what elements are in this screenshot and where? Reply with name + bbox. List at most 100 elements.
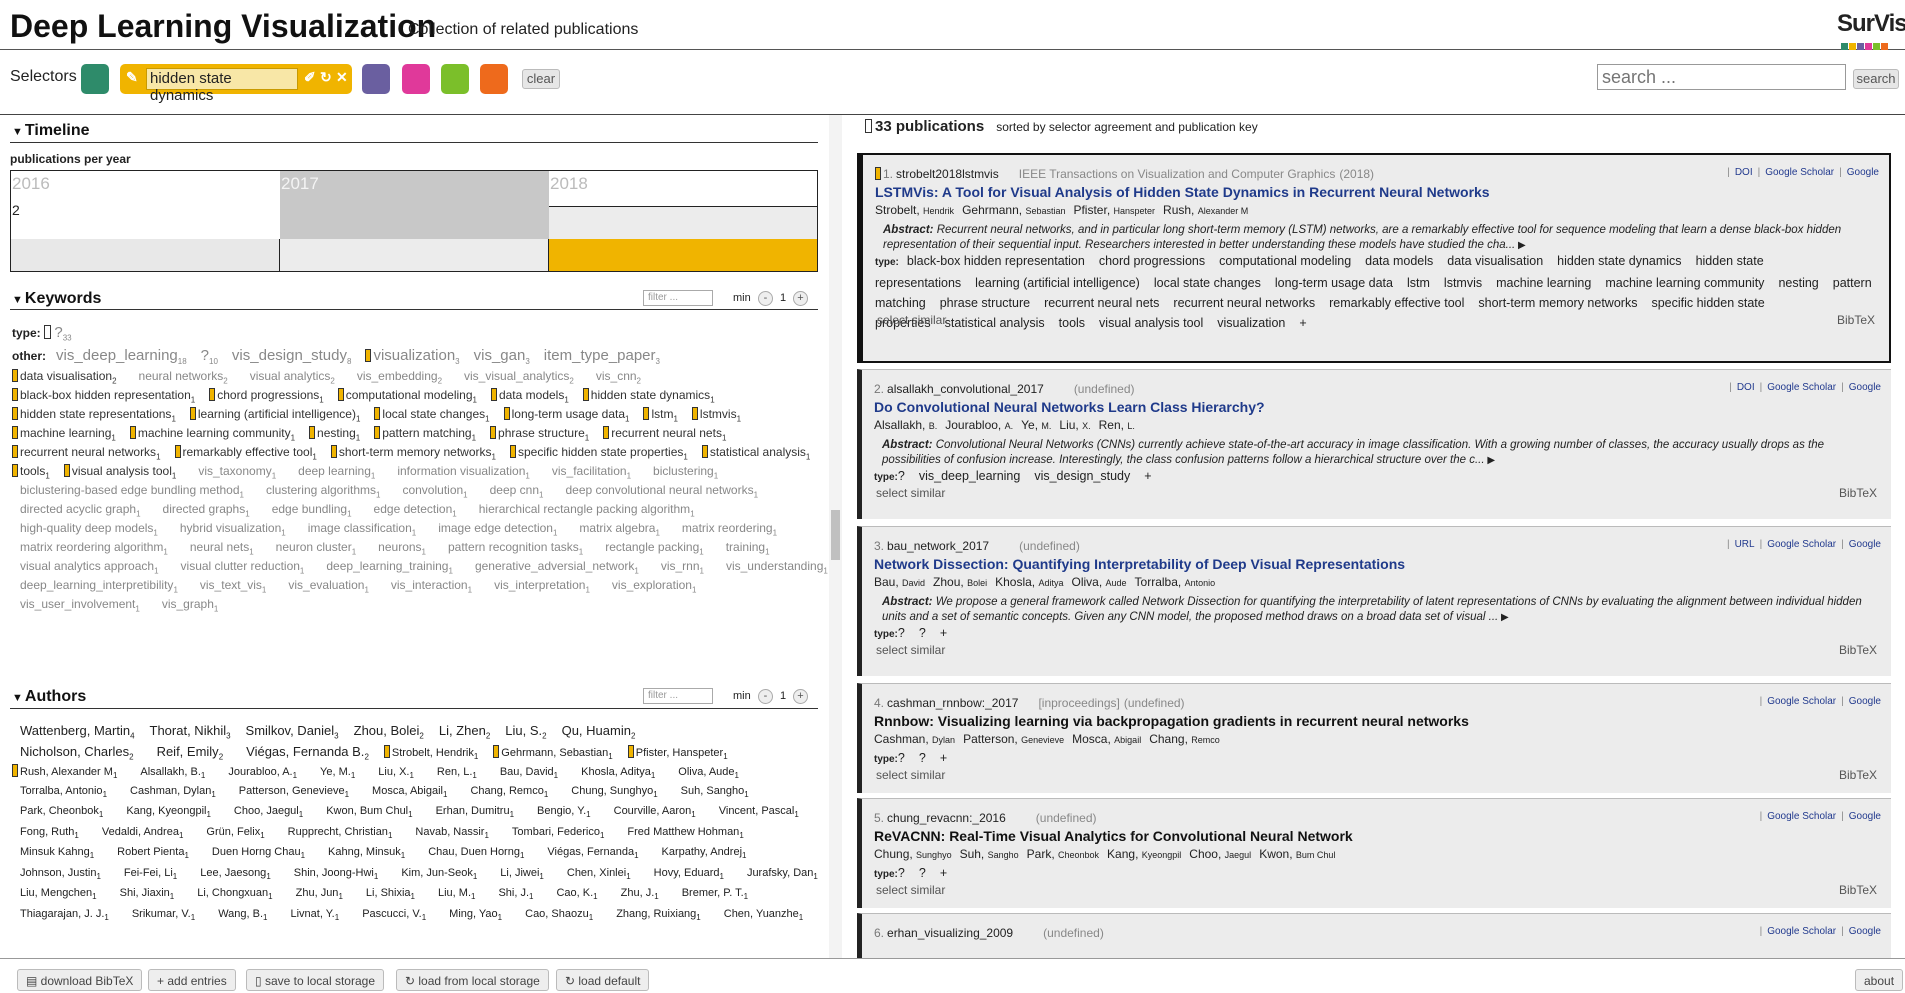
keyword-tag[interactable]: biclustering-based edge bundling method1 — [20, 483, 244, 499]
author-link[interactable]: Alsallakh, B. — [874, 418, 937, 432]
author-tag[interactable]: Zhang, Ruixiang1 — [616, 908, 701, 922]
keyword-link[interactable]: + — [940, 866, 947, 880]
author-tag[interactable]: Shi, Jiaxin1 — [120, 887, 175, 901]
author-tag[interactable]: Li, Shixia1 — [366, 887, 415, 901]
author-tag[interactable]: Chung, Sunghyo1 — [571, 785, 657, 799]
keyword-link[interactable]: lstm — [1407, 276, 1430, 290]
about-button[interactable]: about — [1855, 969, 1904, 991]
author-link[interactable]: Zhou, Bolei — [933, 575, 987, 589]
author-tag[interactable]: Thorat, Nikhil3 — [150, 723, 231, 741]
keyword-link[interactable]: black-box hidden representation — [907, 254, 1085, 268]
keyword-tag[interactable]: vis_facilitation1 — [552, 464, 631, 480]
link-google-scholar[interactable]: Google Scholar — [1767, 926, 1836, 937]
author-tag[interactable]: Cao, Shaozu1 — [525, 908, 593, 922]
author-tag[interactable]: Bau, David1 — [500, 766, 558, 780]
keyword-link[interactable]: phrase structure — [940, 296, 1030, 310]
author-link[interactable]: Khosla, Aditya — [995, 575, 1063, 589]
author-tag[interactable]: Bremer, P. T.1 — [682, 887, 748, 901]
add-entries-button[interactable]: + add entries — [148, 969, 236, 991]
keyword-tag[interactable]: pattern recognition tasks1 — [448, 540, 583, 556]
author-tag[interactable]: Kwon, Bum Chul1 — [326, 805, 412, 819]
year-2018[interactable]: 2018 — [549, 171, 818, 207]
keyword-tag[interactable]: high-quality deep models1 — [20, 521, 158, 537]
keyword-tag[interactable]: hybrid visualization1 — [180, 521, 286, 537]
year-2017[interactable]: 2017 — [280, 171, 549, 239]
authors-min-increase[interactable]: + — [793, 689, 808, 704]
author-link[interactable]: Pfister, Hanspeter — [1073, 203, 1155, 217]
bar-2016[interactable] — [11, 239, 280, 271]
select-similar-link[interactable]: select similar — [877, 313, 946, 327]
publication-title[interactable]: Rnnbow: Visualizing learning via backpro… — [874, 713, 1469, 729]
keyword-link[interactable]: nesting — [1778, 276, 1818, 290]
author-link[interactable]: Liu, X. — [1059, 418, 1090, 432]
keyword-tag[interactable]: data models1 — [490, 388, 569, 404]
author-link[interactable]: Rush, Alexander M — [1163, 203, 1248, 217]
author-tag[interactable]: Liu, X.1 — [378, 766, 414, 780]
author-tag[interactable]: Choo, Jaegul1 — [234, 805, 303, 819]
keyword-tag[interactable]: statistical analysis1 — [701, 445, 810, 461]
select-similar-link[interactable]: select similar — [876, 768, 945, 782]
author-tag[interactable]: Erhan, Dumitru1 — [436, 805, 514, 819]
author-tag[interactable]: Bengio, Y.1 — [537, 805, 591, 819]
keyword-tag[interactable]: directed graphs1 — [163, 502, 250, 518]
author-tag[interactable]: Navab, Nassir1 — [415, 826, 489, 840]
keyword-tag[interactable]: machine learning1 — [12, 426, 116, 442]
keyword-tag[interactable]: item_type_paper3 — [544, 347, 660, 366]
bibtex-link[interactable]: BibTeX — [1839, 768, 1877, 782]
download-bibtex-button[interactable]: ▤ download BibTeX — [17, 969, 143, 991]
author-tag[interactable]: Chau, Duen Horng1 — [428, 846, 524, 860]
keyword-tag[interactable]: vis_rnn1 — [661, 559, 704, 575]
load-local-button[interactable]: ↻ load from local storage — [396, 969, 549, 991]
keyword-tag[interactable]: matrix reordering1 — [682, 521, 777, 537]
keyword-tag[interactable]: ?10 — [201, 347, 218, 366]
bibtex-link[interactable]: BibTeX — [1839, 883, 1877, 897]
keyword-tag[interactable]: deep learning1 — [298, 464, 375, 480]
keyword-tag[interactable]: vis_gan3 — [474, 347, 530, 366]
keyword-tag[interactable]: visual analytics approach1 — [20, 559, 159, 575]
keyword-tag[interactable]: vis_evaluation1 — [288, 578, 369, 594]
author-tag[interactable]: Wang, B.1 — [218, 908, 267, 922]
selector-orange[interactable] — [480, 64, 508, 94]
author-tag[interactable]: Thiagarajan, J. J.1 — [20, 908, 109, 922]
author-tag[interactable]: Shi, J.1 — [498, 887, 533, 901]
author-tag[interactable]: Grün, Felix1 — [206, 826, 264, 840]
keyword-link[interactable]: short-term memory networks — [1478, 296, 1637, 310]
keyword-tag[interactable]: hidden state representations1 — [12, 407, 176, 423]
link-doi[interactable]: DOI — [1735, 167, 1753, 178]
keyword-link[interactable]: chord progressions — [1099, 254, 1205, 268]
keyword-tag[interactable]: visual clutter reduction1 — [181, 559, 305, 575]
author-tag[interactable]: Johnson, Justin1 — [20, 867, 101, 881]
author-tag[interactable]: Ming, Yao1 — [449, 908, 502, 922]
link-google-scholar[interactable]: Google Scholar — [1767, 696, 1836, 707]
author-link[interactable]: Suh, Sangho — [960, 847, 1019, 861]
keyword-tag[interactable]: vis_understanding1 — [726, 559, 828, 575]
keyword-tag[interactable]: black-box hidden representation1 — [12, 388, 195, 404]
author-tag[interactable]: Srikumar, V.1 — [132, 908, 195, 922]
link-google[interactable]: Google — [1849, 696, 1881, 707]
keyword-link[interactable]: lstmvis — [1444, 276, 1482, 290]
author-link[interactable]: Strobelt, Hendrik — [875, 203, 954, 217]
keyword-link[interactable]: hidden state dynamics — [1557, 254, 1681, 268]
author-tag[interactable]: Khosla, Aditya1 — [581, 766, 655, 780]
author-tag[interactable]: Livnat, Y.1 — [290, 908, 339, 922]
author-tag[interactable]: Minsuk Kahng1 — [20, 846, 94, 860]
author-tag[interactable]: Zhu, J.1 — [621, 887, 659, 901]
keyword-tag[interactable]: tools1 — [12, 464, 50, 480]
author-tag[interactable]: Kahng, Minsuk1 — [328, 846, 405, 860]
keyword-link[interactable]: vis_deep_learning — [919, 469, 1020, 483]
keyword-link[interactable]: statistical analysis — [945, 316, 1045, 330]
keyword-link[interactable]: computational modeling — [1219, 254, 1351, 268]
keyword-link[interactable]: recurrent neural networks — [1173, 296, 1315, 310]
author-link[interactable]: Ye, M. — [1021, 418, 1051, 432]
year-2016[interactable]: 2016 2 — [11, 171, 280, 239]
author-tag[interactable]: Alsallakh, B.1 — [140, 766, 205, 780]
keyword-link[interactable]: ? — [898, 866, 905, 880]
keyword-tag[interactable]: recurrent neural networks1 — [12, 445, 161, 461]
link-google[interactable]: Google — [1849, 926, 1881, 937]
keyword-tag[interactable]: machine learning community1 — [129, 426, 295, 442]
author-link[interactable]: Chung, Sunghyo — [874, 847, 952, 861]
author-tag[interactable]: Smilkov, Daniel3 — [246, 723, 339, 741]
selector-input[interactable]: hidden state dynamics — [146, 68, 298, 104]
keyword-tag[interactable]: recurrent neural nets1 — [603, 426, 726, 442]
keyword-tag[interactable]: computational modeling1 — [337, 388, 477, 404]
